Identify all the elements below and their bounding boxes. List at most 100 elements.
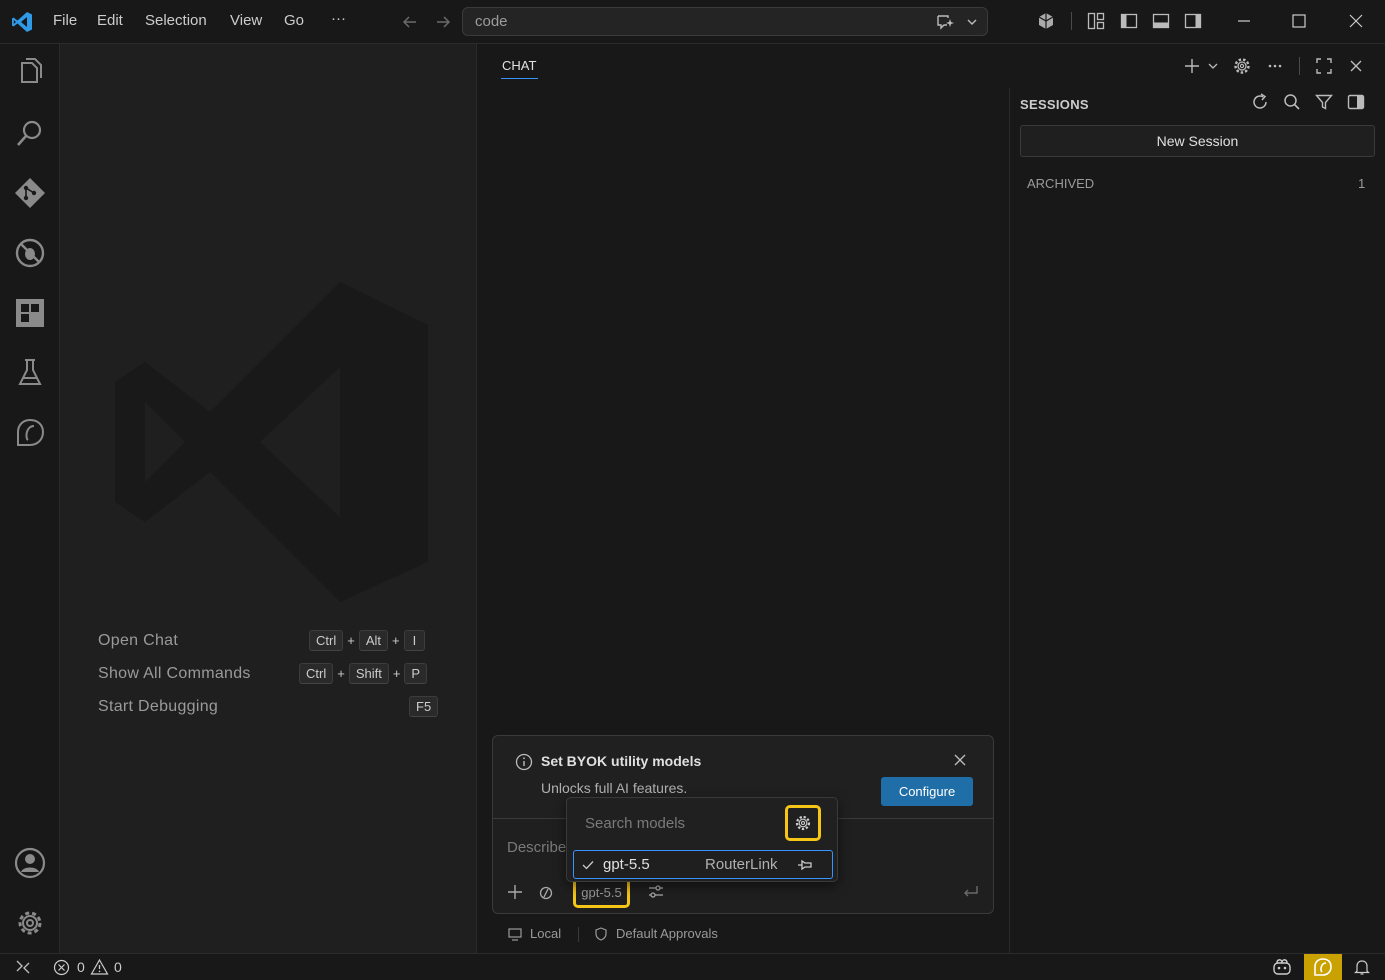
testing-icon[interactable] xyxy=(13,356,47,390)
more-actions-icon[interactable] xyxy=(1265,56,1285,76)
explorer-icon[interactable] xyxy=(13,56,47,90)
activity-bar xyxy=(0,44,60,953)
toggle-panel-icon[interactable] xyxy=(1151,11,1171,31)
kbd-plus: + xyxy=(391,633,400,648)
shield-icon xyxy=(593,926,609,942)
default-approvals-label[interactable]: Default Approvals xyxy=(616,926,718,941)
location-local-label[interactable]: Local xyxy=(530,926,561,941)
menu-file[interactable]: File xyxy=(53,12,77,29)
sessions-sidebar: SESSIONS New Session ARCHIVED 1 xyxy=(1009,88,1385,953)
maximize-panel-icon[interactable] xyxy=(1314,56,1334,76)
hint-start-debugging-keys: F5 xyxy=(409,696,439,717)
remote-indicator-icon[interactable] xyxy=(14,958,32,976)
chat-input-placeholder[interactable]: Describe xyxy=(507,839,566,856)
tab-chat[interactable]: CHAT xyxy=(502,58,536,73)
model-search-input[interactable]: Search models xyxy=(585,815,685,832)
notification-title: Set BYOK utility models xyxy=(541,753,702,769)
vscode-logo-icon xyxy=(10,10,34,34)
kbd-key: P xyxy=(404,663,428,684)
model-option-gpt-5-5[interactable]: gpt-5.5 RouterLink xyxy=(573,850,833,879)
chat-sessions-icon[interactable] xyxy=(13,416,47,450)
archived-count-badge: 1 xyxy=(1358,176,1366,191)
configure-button[interactable]: Configure xyxy=(881,777,973,806)
send-enter-icon[interactable] xyxy=(962,883,980,901)
maximize-icon[interactable] xyxy=(1289,11,1309,31)
chat-status-button[interactable] xyxy=(1304,954,1342,980)
tools-sliders-icon[interactable] xyxy=(647,883,665,901)
vscode-watermark-logo xyxy=(110,277,440,607)
error-count[interactable]: 0 xyxy=(77,959,85,975)
menu-edit[interactable]: Edit xyxy=(97,12,123,29)
account-icon[interactable] xyxy=(13,846,47,880)
toggle-sessions-sidebar-icon[interactable] xyxy=(1346,92,1366,112)
refresh-icon[interactable] xyxy=(1250,92,1270,112)
error-icon[interactable] xyxy=(53,959,70,976)
hint-open-chat-label: Open Chat xyxy=(98,632,179,649)
back-arrow-icon[interactable] xyxy=(400,12,420,32)
customize-layout-icon[interactable] xyxy=(1086,11,1106,31)
menu-more[interactable]: ··· xyxy=(331,10,346,27)
kbd-key: Ctrl xyxy=(299,663,334,684)
status-bar: 0 0 xyxy=(0,953,1385,980)
toggle-primary-sidebar-icon[interactable] xyxy=(1119,11,1139,31)
hint-open-chat-keys: Ctrl + Alt + I xyxy=(309,630,426,651)
copilot-status-icon[interactable] xyxy=(1036,11,1056,31)
run-debug-icon[interactable] xyxy=(13,236,47,270)
copilot-icon[interactable] xyxy=(1271,957,1293,977)
hint-show-commands-label: Show All Commands xyxy=(98,665,251,682)
gear-icon xyxy=(794,814,812,832)
pin-icon[interactable] xyxy=(796,856,814,874)
checkmark-icon xyxy=(581,858,595,872)
notification-description: Unlocks full AI features. xyxy=(541,780,688,796)
chevron-down-icon[interactable] xyxy=(1207,60,1219,72)
header-divider xyxy=(1299,57,1300,75)
filter-icon[interactable] xyxy=(1314,92,1334,112)
archived-section-label[interactable]: ARCHIVED xyxy=(1027,176,1094,191)
hint-start-debugging-label: Start Debugging xyxy=(98,698,219,715)
kbd-plus: + xyxy=(392,666,401,681)
warning-icon[interactable] xyxy=(90,958,109,976)
sessions-title: SESSIONS xyxy=(1020,97,1089,112)
menu-go[interactable]: Go xyxy=(284,12,304,29)
close-window-icon[interactable] xyxy=(1346,11,1366,31)
kbd-plus: + xyxy=(337,666,345,681)
close-notification-icon[interactable] xyxy=(951,751,969,769)
chat-sessions-icon xyxy=(1313,957,1333,977)
manage-models-button[interactable] xyxy=(785,805,821,841)
model-option-provider: RouterLink xyxy=(705,856,778,873)
command-center-search[interactable]: code xyxy=(462,7,988,36)
editor-area: Open Chat Ctrl + Alt + I Show All Comman… xyxy=(60,44,477,953)
model-option-name: gpt-5.5 xyxy=(603,856,650,873)
monitor-icon xyxy=(507,926,523,942)
agent-mode-icon[interactable] xyxy=(539,886,553,900)
command-center-text: code xyxy=(475,13,508,30)
forward-arrow-icon[interactable] xyxy=(433,12,453,32)
kbd-key: Alt xyxy=(358,630,388,651)
chevron-down-icon[interactable] xyxy=(965,15,979,29)
notifications-bell-icon[interactable] xyxy=(1353,958,1371,976)
add-context-plus-icon[interactable] xyxy=(506,883,524,901)
extensions-icon[interactable] xyxy=(13,296,47,330)
toggle-secondary-sidebar-icon[interactable] xyxy=(1183,11,1203,31)
settings-gear-icon[interactable] xyxy=(13,906,47,940)
info-icon xyxy=(514,752,534,772)
search-icon[interactable] xyxy=(13,116,47,150)
close-panel-icon[interactable] xyxy=(1346,56,1366,76)
kbd-plus: + xyxy=(347,633,355,648)
hint-show-commands-keys: Ctrl + Shift + P xyxy=(299,663,428,684)
kbd-key: Shift xyxy=(348,663,389,684)
kbd-key: Ctrl xyxy=(309,630,344,651)
tab-chat-underline xyxy=(501,78,538,79)
search-icon[interactable] xyxy=(1282,92,1302,112)
chat-sparkle-icon[interactable] xyxy=(935,12,955,32)
menu-selection[interactable]: Selection xyxy=(145,12,207,29)
footer-divider xyxy=(578,927,579,942)
chat-settings-gear-icon[interactable] xyxy=(1232,56,1252,76)
new-chat-plus-icon[interactable] xyxy=(1182,56,1202,76)
warning-count[interactable]: 0 xyxy=(114,959,122,975)
kbd-key: F5 xyxy=(409,696,439,717)
minimize-icon[interactable] xyxy=(1234,11,1254,31)
source-control-icon[interactable] xyxy=(13,176,47,210)
menu-view[interactable]: View xyxy=(230,12,262,29)
new-session-button[interactable]: New Session xyxy=(1020,125,1375,157)
